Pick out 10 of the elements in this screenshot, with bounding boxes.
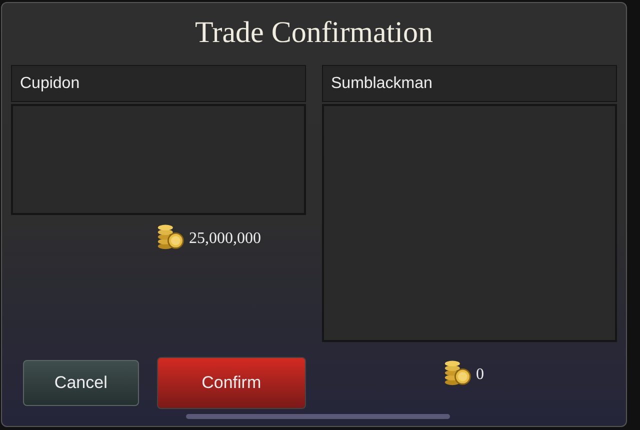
coin-stack-icon	[157, 222, 185, 250]
confirm-button[interactable]: Confirm	[156, 357, 306, 409]
coin-amount: 25,000,000	[189, 229, 261, 249]
window-title: Trade Confirmation	[194, 15, 434, 51]
trader-name: Cupidon	[20, 74, 80, 94]
cancel-button[interactable]: Cancel	[23, 360, 139, 406]
coin-stack-icon	[444, 358, 472, 386]
trader-name: Sumblackman	[331, 74, 432, 94]
scroll-bar[interactable]	[186, 414, 450, 419]
coin-amount: 0	[476, 365, 484, 385]
